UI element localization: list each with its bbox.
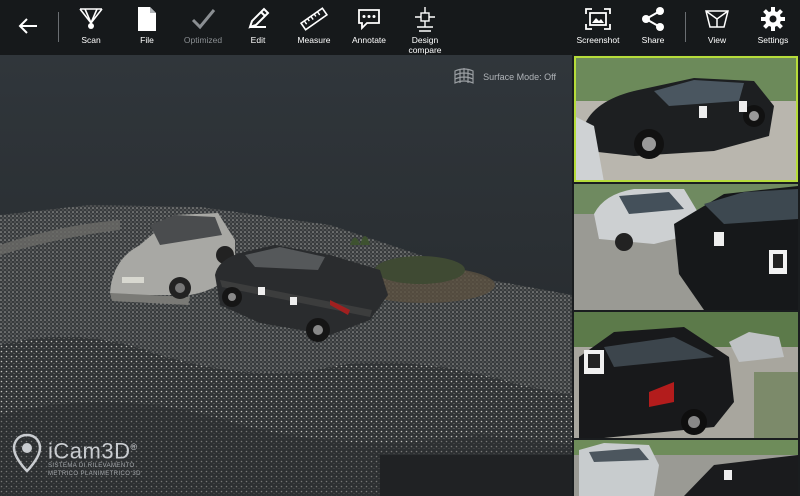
edit-button[interactable]: Edit xyxy=(239,0,277,55)
view-label: View xyxy=(707,35,727,45)
pencil-icon xyxy=(242,3,274,35)
optimized-label: Optimized xyxy=(183,35,223,45)
scan-button[interactable]: Scan xyxy=(72,0,110,55)
design-compare-button[interactable]: Design compare xyxy=(403,0,447,55)
logo-subtitle-2: METRICO PLANIMETRICO 3D xyxy=(48,471,141,477)
cube-icon xyxy=(701,3,733,35)
mesh-icon xyxy=(453,65,475,89)
photo-thumbnail-1[interactable] xyxy=(574,56,798,182)
speech-bubble-icon xyxy=(353,3,385,35)
share-button[interactable]: Share xyxy=(636,0,670,55)
annotate-button[interactable]: Annotate xyxy=(348,0,390,55)
optimized-button[interactable]: Optimized xyxy=(180,0,226,55)
annotate-label: Annotate xyxy=(351,35,387,45)
settings-label: Settings xyxy=(757,35,789,45)
measure-button[interactable]: Measure xyxy=(293,0,335,55)
settings-button[interactable]: Settings xyxy=(754,0,792,55)
edit-label: Edit xyxy=(250,35,266,45)
ruler-icon xyxy=(298,3,330,35)
logo-title: iCam3D xyxy=(48,438,131,463)
file-icon xyxy=(131,3,163,35)
photo-thumbnail-3[interactable] xyxy=(574,312,798,438)
scan-label: Scan xyxy=(81,35,101,45)
toolbar-divider xyxy=(685,12,686,42)
share-icon xyxy=(637,3,669,35)
screenshot-button[interactable]: Screenshot xyxy=(574,0,622,55)
screenshot-icon xyxy=(582,3,614,35)
checkmark-icon xyxy=(187,3,219,35)
3d-viewport[interactable]: Surface Mode: Off iCam3D® SISTEMA DI RIL… xyxy=(0,55,572,496)
design-compare-icon xyxy=(409,3,441,35)
measure-label: Measure xyxy=(297,35,331,45)
surface-mode-toggle[interactable]: Surface Mode: Off xyxy=(453,65,556,89)
surface-mode-label: Surface Mode: Off xyxy=(483,72,556,82)
location-pin-icon xyxy=(12,433,42,478)
logo-registered: ® xyxy=(130,441,138,452)
gear-icon xyxy=(757,3,789,35)
icam3d-logo: iCam3D® SISTEMA DI RILEVAMENTO METRICO P… xyxy=(12,433,141,478)
file-label: File xyxy=(140,35,154,45)
photo-thumbnail-2[interactable] xyxy=(574,184,798,310)
toolbar: Scan File Optimized Edit Measure Annotat… xyxy=(0,0,800,55)
screenshot-label: Screenshot xyxy=(576,35,620,45)
view-button[interactable]: View xyxy=(700,0,734,55)
back-arrow-icon xyxy=(17,15,39,42)
toolbar-divider xyxy=(58,12,59,42)
back-button[interactable] xyxy=(8,8,48,48)
share-label: Share xyxy=(641,35,665,45)
point-cloud-scene xyxy=(0,205,572,496)
scan-icon xyxy=(75,3,107,35)
file-button[interactable]: File xyxy=(128,0,166,55)
logo-subtitle-1: SISTEMA DI RILEVAMENTO xyxy=(48,463,135,469)
photo-thumbnail-4[interactable] xyxy=(574,440,798,496)
design-compare-label: Design compare xyxy=(408,35,442,55)
photo-thumbnail-strip[interactable] xyxy=(572,55,800,496)
